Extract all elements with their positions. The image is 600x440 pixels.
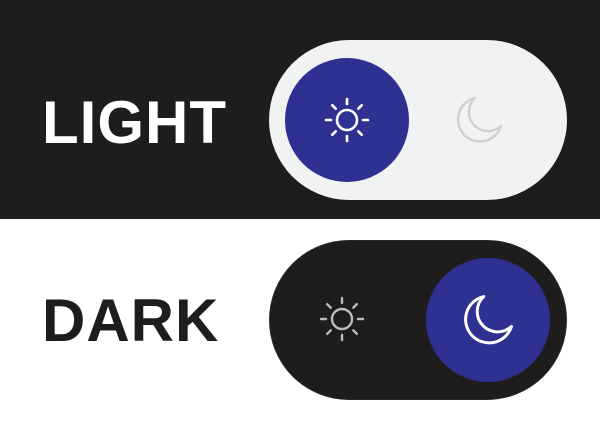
light-mode-label: LIGHT: [42, 89, 227, 156]
moon-icon: [456, 288, 520, 352]
sun-icon: [319, 92, 375, 148]
sun-icon: [314, 291, 370, 347]
moon-icon: [449, 90, 509, 150]
light-mode-toggle[interactable]: [269, 40, 567, 200]
toggle-knob-light[interactable]: [285, 58, 409, 182]
toggle-knob-dark[interactable]: [426, 258, 550, 382]
dark-mode-label: DARK: [42, 287, 220, 354]
dark-mode-toggle[interactable]: [269, 240, 567, 400]
